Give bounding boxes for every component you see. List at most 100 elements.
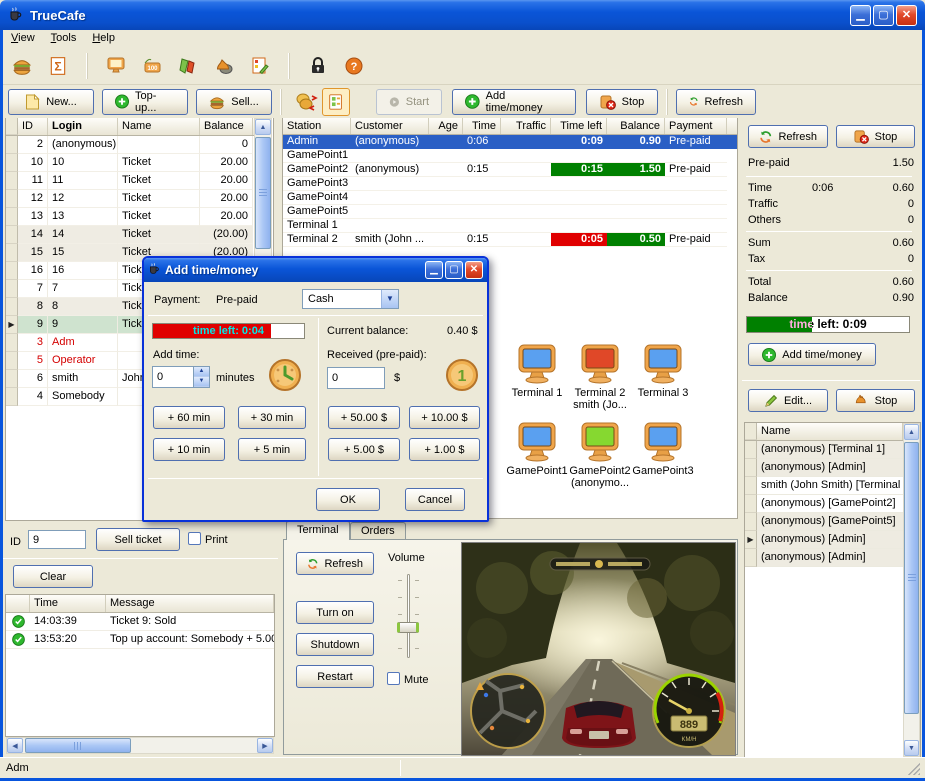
station-row[interactable]: Terminal 1 bbox=[283, 219, 737, 233]
ok-button[interactable]: OK bbox=[316, 488, 380, 511]
terminal-map-item[interactable]: GamePoint3 bbox=[628, 422, 698, 477]
col-id[interactable]: ID bbox=[18, 118, 48, 135]
station-row[interactable]: GamePoint2(anonymous)0:150:151.50Pre-pai… bbox=[283, 163, 737, 177]
add-1-button[interactable]: + 1.00 $ bbox=[409, 438, 480, 461]
account-row[interactable]: 1111Ticket20.00 bbox=[6, 172, 254, 190]
col-station[interactable]: Station bbox=[283, 118, 351, 134]
add-5-min-button[interactable]: + 5 min bbox=[238, 438, 306, 461]
tickets-icon[interactable] bbox=[176, 54, 200, 78]
account-row[interactable]: 1010Ticket20.00 bbox=[6, 154, 254, 172]
station-row[interactable]: GamePoint1 bbox=[283, 149, 737, 163]
col-balance[interactable]: Balance bbox=[200, 118, 253, 135]
orders-icon[interactable] bbox=[248, 54, 272, 78]
terminal-map-item[interactable]: GamePoint2(anonymo... bbox=[565, 422, 635, 489]
refresh-button[interactable]: Refresh bbox=[676, 89, 756, 115]
lock-icon[interactable] bbox=[306, 54, 330, 78]
terminal-map-item[interactable]: Terminal 1 bbox=[502, 344, 572, 399]
add-60-min-button[interactable]: + 60 min bbox=[153, 406, 225, 429]
spinner-down-icon[interactable]: ▼ bbox=[194, 377, 209, 387]
col-payment[interactable]: Payment bbox=[665, 118, 727, 134]
add-10-min-button[interactable]: + 10 min bbox=[153, 438, 225, 461]
clear-log-button[interactable]: Clear bbox=[13, 565, 93, 588]
col-time[interactable]: Time bbox=[463, 118, 501, 134]
spinner-up-icon[interactable]: ▲ bbox=[194, 367, 209, 377]
billing-refresh-button[interactable]: Refresh bbox=[748, 125, 828, 148]
print-checkbox[interactable] bbox=[188, 532, 201, 545]
session-stop-button[interactable]: Stop bbox=[836, 389, 915, 412]
col-balance[interactable]: Balance bbox=[607, 118, 665, 134]
col-log-icon[interactable] bbox=[6, 595, 30, 612]
report-view-toggle[interactable] bbox=[322, 88, 350, 116]
help-icon[interactable]: ? bbox=[342, 54, 366, 78]
menu-view[interactable]: View bbox=[4, 31, 42, 47]
add-time-money-button[interactable]: Add time/money bbox=[452, 89, 576, 115]
stop-button[interactable]: Stop bbox=[586, 89, 658, 115]
col-time[interactable]: Time bbox=[30, 595, 106, 612]
dialog-minimize-button[interactable]: ▁ bbox=[425, 261, 443, 279]
log-hscrollbar[interactable]: ◀ ▶ bbox=[6, 737, 274, 754]
cancel-button[interactable]: Cancel bbox=[405, 488, 465, 511]
col-login[interactable]: Login bbox=[48, 118, 118, 135]
add-10-button[interactable]: + 10.00 $ bbox=[409, 406, 480, 429]
col-name[interactable]: Name bbox=[118, 118, 200, 135]
chevron-down-icon[interactable]: ▼ bbox=[381, 290, 398, 308]
payment-method-combobox[interactable]: Cash ▼ bbox=[302, 289, 399, 309]
log-row[interactable]: 14:03:39Ticket 9: Sold bbox=[6, 613, 274, 631]
dialog-close-button[interactable]: ✕ bbox=[465, 261, 483, 279]
volume-slider-thumb[interactable] bbox=[397, 622, 419, 633]
terminal-map-item[interactable]: Terminal 3 bbox=[628, 344, 698, 399]
session-row[interactable]: (anonymous) [Admin] bbox=[745, 549, 903, 567]
ticket-id-input[interactable] bbox=[28, 530, 86, 549]
col-message[interactable]: Message bbox=[106, 595, 274, 612]
tariff-tag-icon[interactable]: 100 bbox=[140, 54, 164, 78]
restart-button[interactable]: Restart bbox=[296, 665, 374, 688]
terminal-icon[interactable] bbox=[104, 54, 128, 78]
accounts-bag-icon[interactable] bbox=[212, 54, 236, 78]
edit-button[interactable]: Edit... bbox=[748, 389, 828, 412]
sell-button[interactable]: Sell... bbox=[196, 89, 272, 115]
terminal-map-item[interactable]: GamePoint1 bbox=[502, 422, 572, 477]
minimize-button[interactable]: ▁ bbox=[850, 5, 871, 26]
exchange-coins-icon[interactable] bbox=[290, 89, 322, 115]
mute-checkbox[interactable] bbox=[387, 672, 400, 685]
col-timeleft[interactable]: Time left bbox=[551, 118, 607, 134]
station-row[interactable]: Admin(anonymous)0:060:090.90Pre-paid bbox=[283, 135, 737, 149]
col-customer[interactable]: Customer bbox=[351, 118, 429, 134]
sell-burger-icon[interactable] bbox=[10, 54, 34, 78]
sell-ticket-button[interactable]: Sell ticket bbox=[96, 528, 180, 551]
resize-grip[interactable] bbox=[908, 763, 920, 775]
station-row[interactable]: GamePoint4 bbox=[283, 191, 737, 205]
billing-stop-button[interactable]: Stop bbox=[836, 125, 915, 148]
station-row[interactable]: Terminal 2smith (John ...0:150:050.50Pre… bbox=[283, 233, 737, 247]
close-button[interactable]: ✕ bbox=[896, 5, 917, 26]
menu-help[interactable]: Help bbox=[85, 31, 122, 47]
add-5-button[interactable]: + 5.00 $ bbox=[328, 438, 400, 461]
terminal-refresh-button[interactable]: Refresh bbox=[296, 552, 374, 575]
log-row[interactable]: 13:53:20Top up account: Somebody + 5.00 bbox=[6, 631, 274, 649]
received-amount-input[interactable] bbox=[327, 367, 385, 389]
col-traffic[interactable]: Traffic bbox=[501, 118, 551, 134]
account-row[interactable]: 1212Ticket20.00 bbox=[6, 190, 254, 208]
maximize-button[interactable]: ▢ bbox=[873, 5, 894, 26]
topup-button[interactable]: Top-up... bbox=[102, 89, 188, 115]
session-row[interactable]: (anonymous) [Terminal 1] bbox=[745, 441, 903, 459]
col-name[interactable]: Name bbox=[757, 423, 903, 440]
col-age[interactable]: Age bbox=[429, 118, 463, 134]
menu-tools[interactable]: Tools bbox=[44, 31, 84, 47]
panel-add-time-money-button[interactable]: Add time/money bbox=[748, 343, 876, 366]
dialog-maximize-button[interactable]: ▢ bbox=[445, 261, 463, 279]
station-row[interactable]: GamePoint3 bbox=[283, 177, 737, 191]
minutes-input[interactable] bbox=[152, 366, 194, 388]
add-50-button[interactable]: + 50.00 $ bbox=[328, 406, 400, 429]
account-row[interactable]: 1313Ticket20.00 bbox=[6, 208, 254, 226]
report-sigma-icon[interactable]: Σ bbox=[46, 54, 70, 78]
station-row[interactable]: GamePoint5 bbox=[283, 205, 737, 219]
session-row[interactable]: smith (John Smith) [Terminal 2] bbox=[745, 477, 903, 495]
sessions-scrollbar[interactable]: ▲ ▼ bbox=[903, 423, 920, 757]
tab-orders[interactable]: Orders bbox=[350, 522, 406, 540]
turn-on-button[interactable]: Turn on bbox=[296, 601, 374, 624]
session-row[interactable]: (anonymous) [GamePoint5] bbox=[745, 513, 903, 531]
volume-slider[interactable] bbox=[390, 572, 426, 662]
shutdown-button[interactable]: Shutdown bbox=[296, 633, 374, 656]
tab-terminal[interactable]: Terminal bbox=[286, 520, 350, 540]
